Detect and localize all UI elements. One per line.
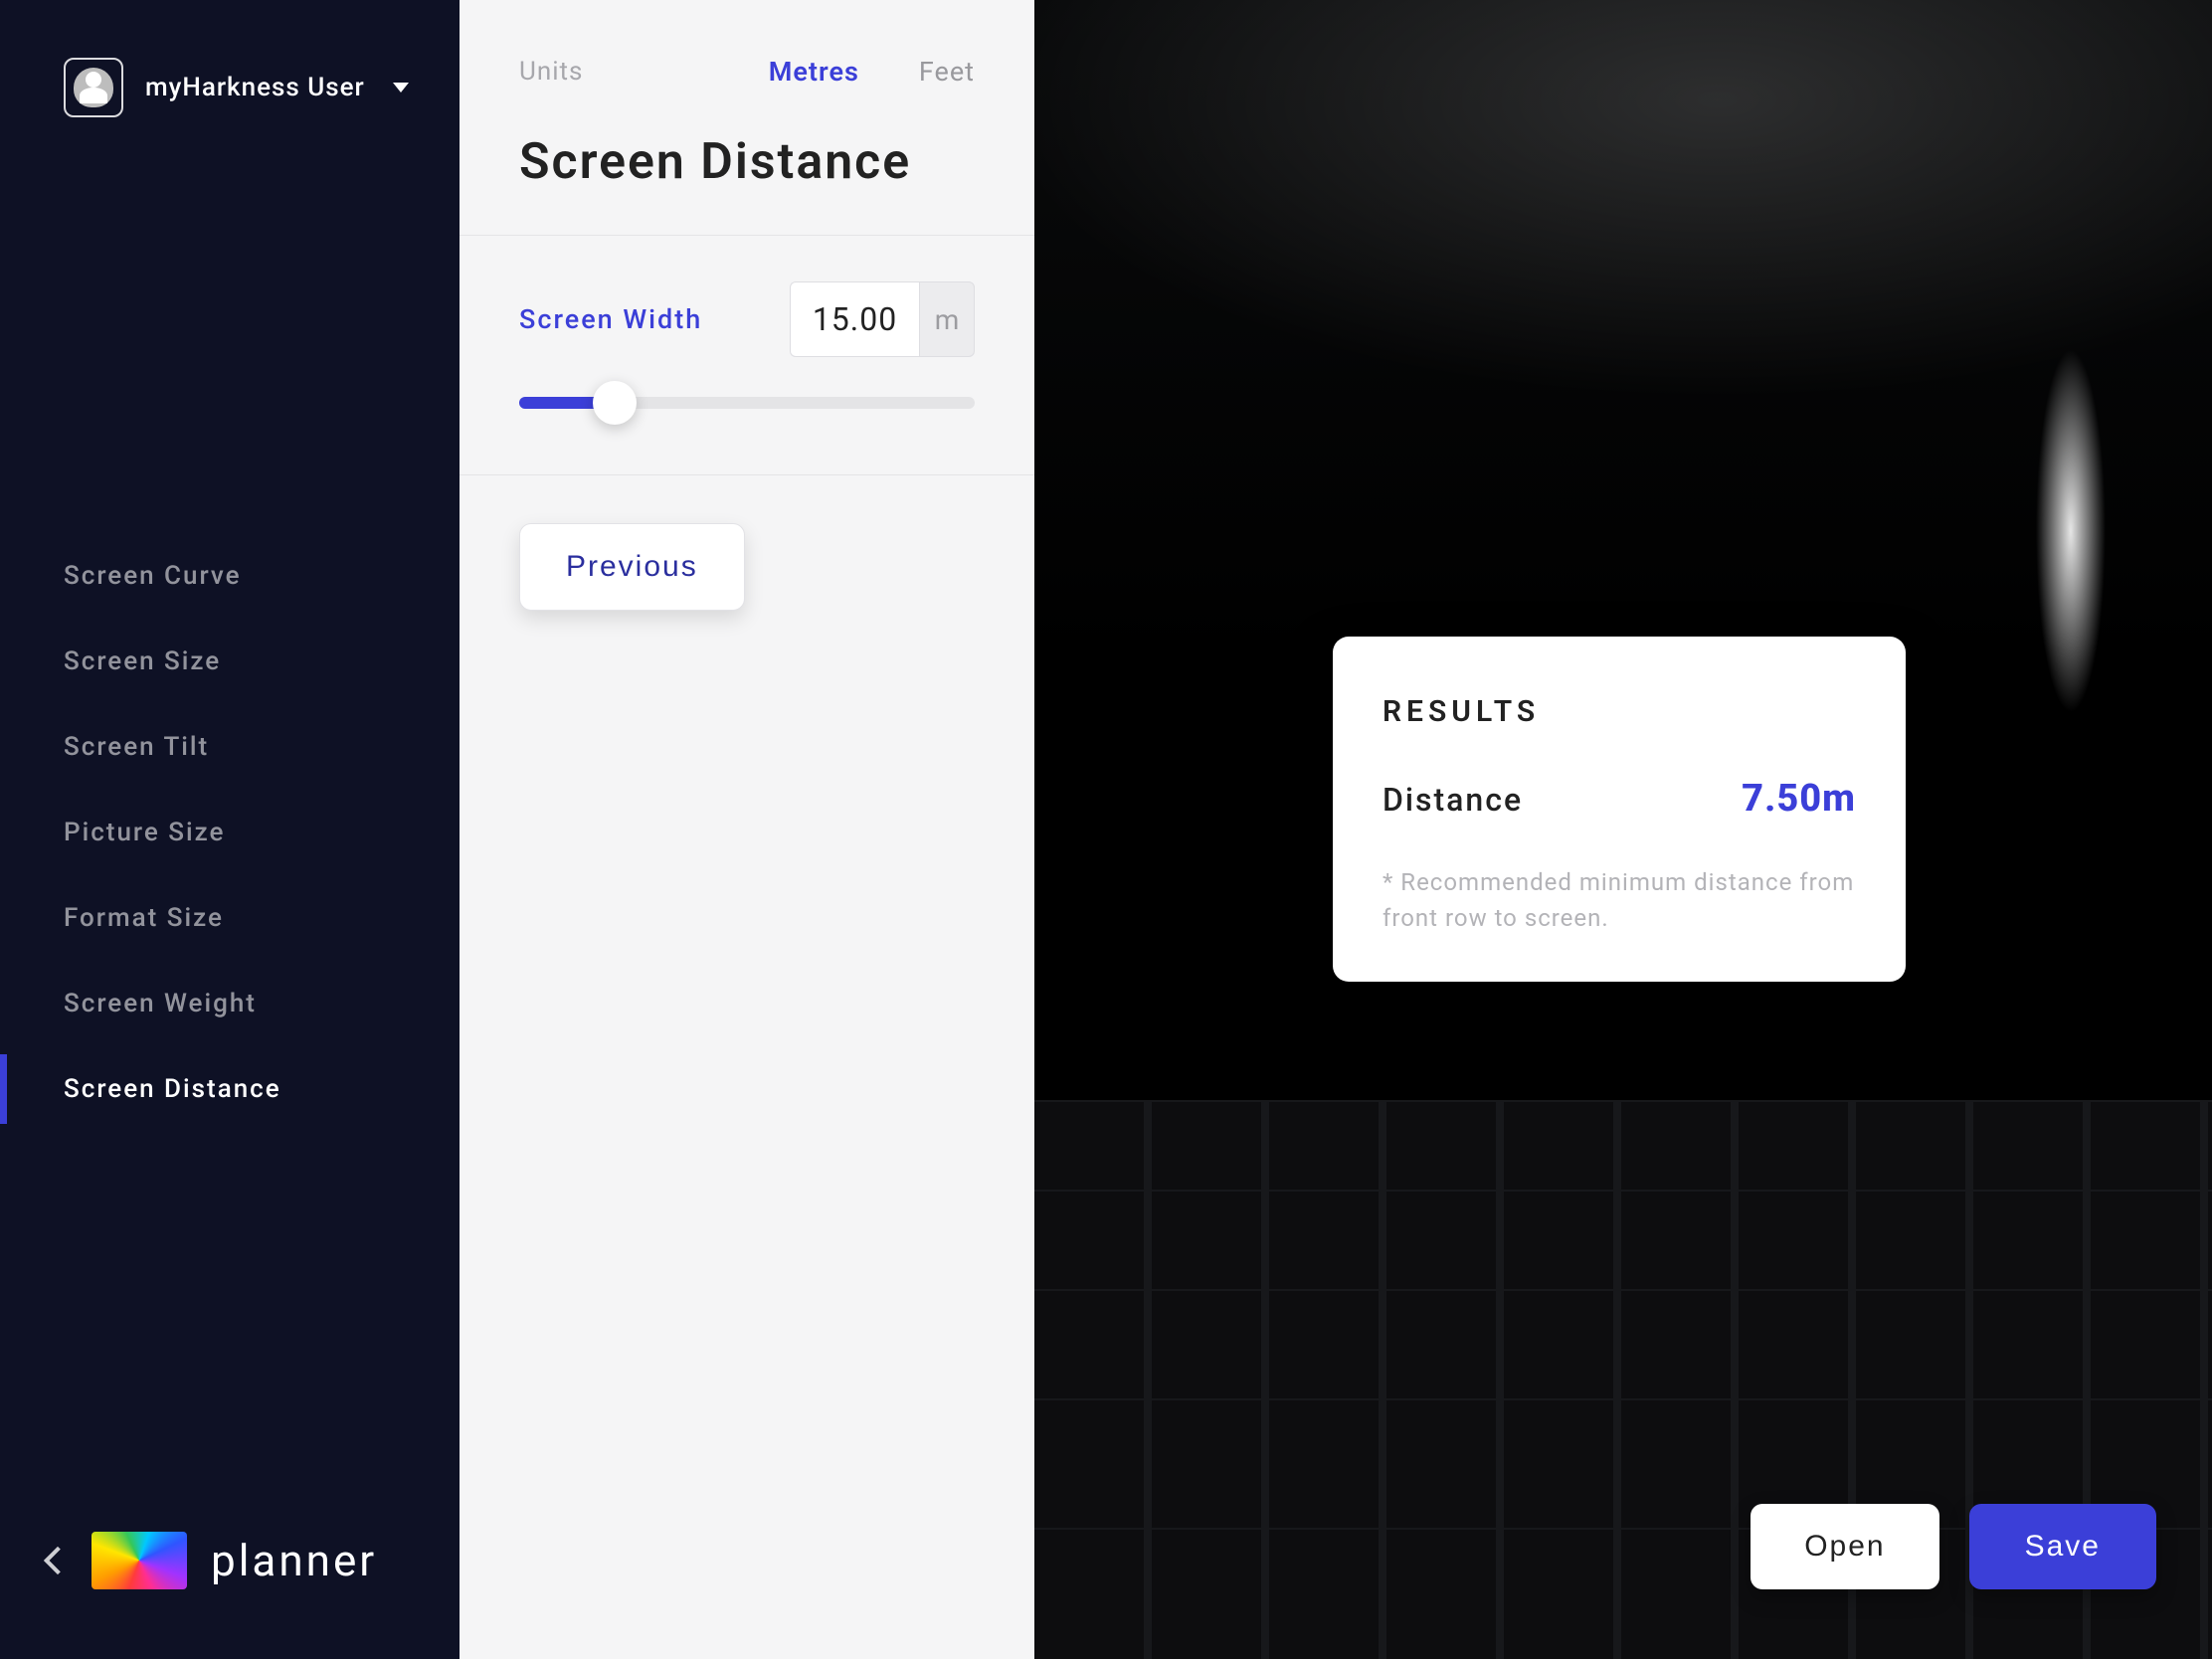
results-value: 7.50m <box>1742 777 1856 821</box>
slider-thumb[interactable] <box>593 381 637 425</box>
nav-list: Screen Curve Screen Size Screen Tilt Pic… <box>0 533 460 1132</box>
avatar <box>64 58 123 117</box>
nav-item-format-size[interactable]: Format Size <box>0 875 460 961</box>
screen-width-slider[interactable] <box>519 391 975 415</box>
nav-footer: planner <box>48 1532 377 1589</box>
seat-row <box>1034 1100 2212 1190</box>
results-row: Distance 7.50m <box>1382 777 1856 821</box>
nav-item-screen-distance[interactable]: Screen Distance <box>0 1046 460 1132</box>
nav-item-screen-weight[interactable]: Screen Weight <box>0 961 460 1046</box>
viewport-actions: Open Save <box>1751 1504 2156 1589</box>
panel-body: Screen Width m <box>460 236 1034 475</box>
results-card: RESULTS Distance 7.50m * Recommended min… <box>1333 637 1906 982</box>
logo-icon <box>92 1532 187 1589</box>
panel-actions: Previous <box>460 475 1034 658</box>
seat-row <box>1034 1190 2212 1289</box>
input-group: m <box>790 281 975 357</box>
results-note: * Recommended minimum distance from fron… <box>1382 864 1856 936</box>
nav-item-screen-curve[interactable]: Screen Curve <box>0 533 460 619</box>
nav-item-screen-tilt[interactable]: Screen Tilt <box>0 704 460 790</box>
unit-option-feet[interactable]: Feet <box>919 56 975 88</box>
save-button[interactable]: Save <box>1969 1504 2156 1589</box>
person-icon <box>74 68 113 107</box>
caret-down-icon <box>393 83 409 92</box>
unit-suffix: m <box>919 281 975 357</box>
user-menu[interactable]: myHarkness User <box>0 0 460 117</box>
nav-item-screen-size[interactable]: Screen Size <box>0 619 460 704</box>
settings-panel: Units Metres Feet Screen Distance Screen… <box>460 0 1034 1659</box>
results-label: Distance <box>1382 781 1523 819</box>
screen-width-field: Screen Width m <box>519 281 975 357</box>
sidebar: myHarkness User Screen Curve Screen Size… <box>0 0 460 1659</box>
panel-title: Screen Distance <box>519 133 975 191</box>
results-heading: RESULTS <box>1382 694 1856 729</box>
preview-viewport: RESULTS Distance 7.50m * Recommended min… <box>1034 0 2212 1659</box>
previous-button[interactable]: Previous <box>519 523 745 611</box>
units-label: Units <box>519 57 583 87</box>
field-label: Screen Width <box>519 303 702 335</box>
panel-header: Units Metres Feet Screen Distance <box>460 0 1034 236</box>
units-row: Units Metres Feet <box>519 56 975 88</box>
nav-item-picture-size[interactable]: Picture Size <box>0 790 460 875</box>
screen-width-input[interactable] <box>790 281 919 357</box>
unit-option-metres[interactable]: Metres <box>769 56 859 88</box>
app-name: planner <box>211 1535 377 1586</box>
seat-row <box>1034 1289 2212 1398</box>
back-icon[interactable] <box>44 1547 72 1574</box>
open-button[interactable]: Open <box>1751 1504 1938 1589</box>
user-name: myHarkness User <box>145 73 365 102</box>
